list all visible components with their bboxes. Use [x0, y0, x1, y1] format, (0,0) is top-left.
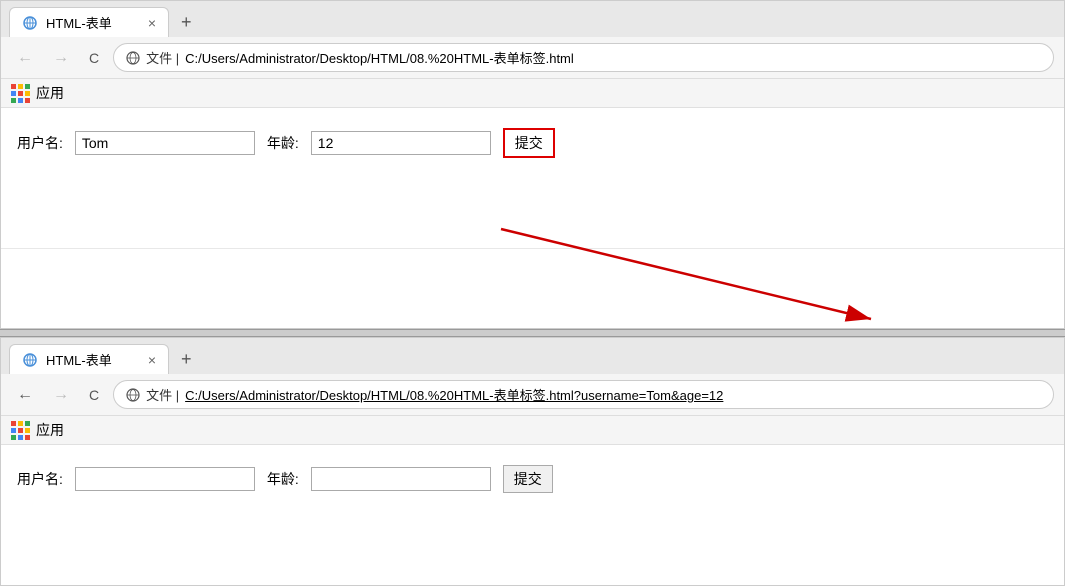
apps-icon-2: [11, 421, 30, 440]
form-row-2: 用户名: 年龄: 提交: [17, 465, 1048, 493]
tab-bar-1: HTML-表单 × +: [1, 1, 1064, 37]
submit-button-2[interactable]: 提交: [503, 465, 553, 493]
back-button-2[interactable]: ←: [11, 384, 39, 406]
address-bar-2[interactable]: 文件 | C:/Users/Administrator/Desktop/HTML…: [113, 380, 1054, 409]
address-prefix-2: 文件 |: [146, 385, 179, 404]
tab-globe-icon-1: [22, 15, 38, 31]
browser-window-2: HTML-表单 × + ← → C 文件 | C:/Users/Administ…: [0, 337, 1065, 586]
address-url-1: C:/Users/Administrator/Desktop/HTML/08.%…: [185, 48, 574, 67]
apps-icon-1: [11, 84, 30, 103]
age-label-2: 年龄:: [267, 469, 299, 489]
tab-close-2[interactable]: ×: [148, 352, 156, 368]
apps-bar-1: 应用: [1, 79, 1064, 108]
form-row-1: 用户名: 年龄: 提交: [17, 128, 1048, 158]
new-tab-button-1[interactable]: +: [173, 8, 200, 37]
forward-button-1[interactable]: →: [47, 47, 75, 69]
arrow-area: [1, 248, 1064, 328]
tab-1[interactable]: HTML-表单 ×: [9, 7, 169, 37]
refresh-button-2[interactable]: C: [83, 385, 105, 405]
submit-button-1[interactable]: 提交: [503, 128, 555, 158]
lock-icon-2: [126, 388, 140, 402]
age-label-1: 年龄:: [267, 133, 299, 153]
address-prefix-1: 文件 |: [146, 48, 179, 67]
tab-title-2: HTML-表单: [46, 350, 112, 369]
address-bar-1[interactable]: 文件 | C:/Users/Administrator/Desktop/HTML…: [113, 43, 1054, 72]
apps-label-2: 应用: [36, 420, 64, 440]
tab-close-1[interactable]: ×: [148, 15, 156, 31]
tab-title-1: HTML-表单: [46, 13, 112, 32]
nav-bar-1: ← → C 文件 | C:/Users/Administrator/Deskto…: [1, 37, 1064, 79]
age-input-2[interactable]: [311, 467, 491, 491]
username-label-1: 用户名:: [17, 133, 63, 153]
username-input-2[interactable]: [75, 467, 255, 491]
username-label-2: 用户名:: [17, 469, 63, 489]
refresh-button-1[interactable]: C: [83, 48, 105, 68]
apps-bar-2: 应用: [1, 416, 1064, 445]
apps-label-1: 应用: [36, 83, 64, 103]
nav-bar-2: ← → C 文件 | C:/Users/Administrator/Deskto…: [1, 374, 1064, 416]
forward-button-2[interactable]: →: [47, 384, 75, 406]
tab-bar-2: HTML-表单 × +: [1, 338, 1064, 374]
back-button-1[interactable]: ←: [11, 47, 39, 69]
lock-icon-1: [126, 51, 140, 65]
arrow-svg: [491, 219, 911, 339]
address-url-2: C:/Users/Administrator/Desktop/HTML/08.%…: [185, 385, 723, 404]
page-content-2: 用户名: 年龄: 提交: [1, 445, 1064, 585]
username-input-1[interactable]: [75, 131, 255, 155]
browser-window-1: HTML-表单 × + ← → C 文件 | C:/Users/Administ…: [0, 0, 1065, 329]
new-tab-button-2[interactable]: +: [173, 345, 200, 374]
tab-globe-icon-2: [22, 352, 38, 368]
age-input-1[interactable]: [311, 131, 491, 155]
tab-2[interactable]: HTML-表单 ×: [9, 344, 169, 374]
